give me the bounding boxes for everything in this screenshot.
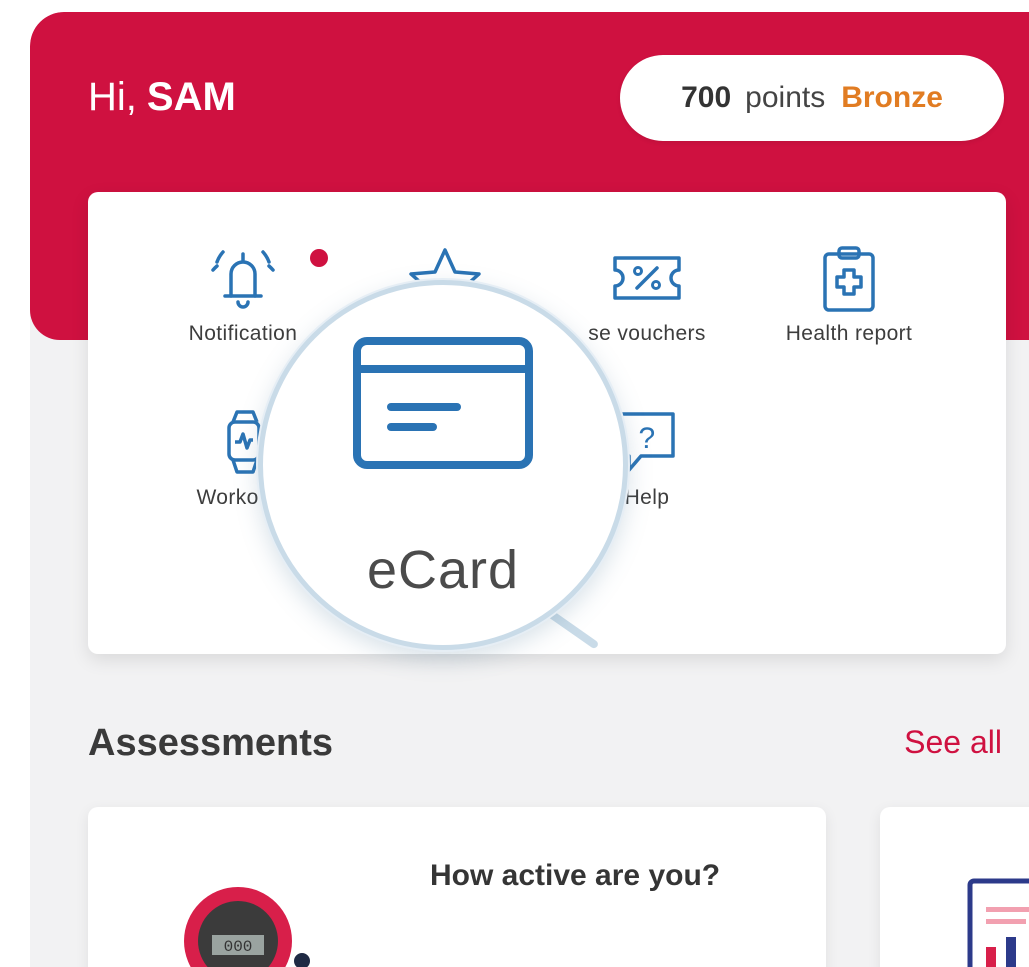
assessment-card-title: How active are you? xyxy=(430,859,721,892)
greeting: Hi, SAM xyxy=(88,75,236,120)
bell-icon xyxy=(211,250,275,309)
assessment-card[interactable]: 000 How active are you? xyxy=(88,807,826,967)
user-name: SAM xyxy=(146,75,236,119)
tier-label: Bronze xyxy=(841,81,943,114)
app-screen: Hi, SAM 700 points Bronze Notification s… xyxy=(30,12,1029,967)
clipboard-plus-icon xyxy=(823,246,875,312)
ecard-icon xyxy=(353,337,533,469)
assessment-card-next[interactable] xyxy=(880,807,1029,967)
svg-text:?: ? xyxy=(638,422,655,455)
points-badge[interactable]: 700 points Bronze xyxy=(620,55,1004,141)
points-word: points xyxy=(745,81,826,114)
assessments-title: Assessments xyxy=(88,722,334,764)
report-chart-icon xyxy=(967,878,1029,967)
ecard-label[interactable]: eCard xyxy=(263,539,623,601)
stopwatch-icon: 000 xyxy=(184,887,310,967)
magnifier-lens: eCard xyxy=(258,280,628,650)
stopwatch-display: 000 xyxy=(224,938,253,956)
voucher-icon xyxy=(613,256,681,300)
menu-item-vouchers[interactable]: se vouchers xyxy=(552,244,742,346)
menu-label-health-report: Health report xyxy=(785,322,913,345)
notification-dot xyxy=(310,249,328,267)
greeting-hi: Hi, xyxy=(88,75,137,119)
points-value: 700 xyxy=(681,81,732,114)
menu-item-health-report[interactable]: Health report xyxy=(754,244,944,346)
see-all-link[interactable]: See all xyxy=(904,724,1002,761)
